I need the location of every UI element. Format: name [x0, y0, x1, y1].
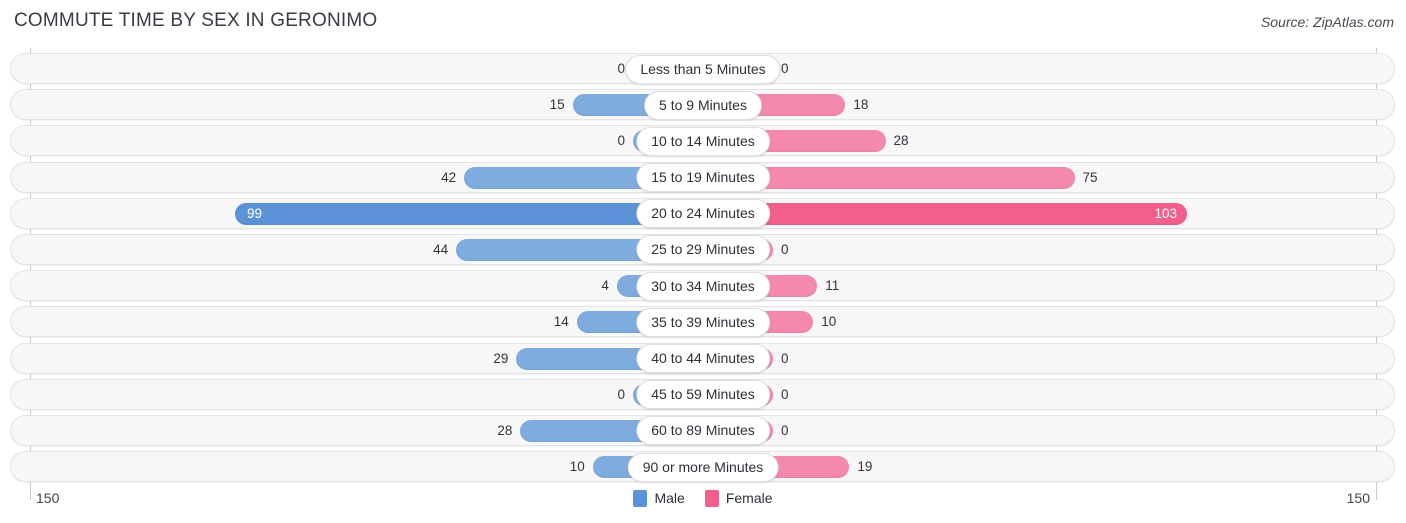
chart-row: 0 0 Less than 5 Minutes — [0, 51, 1406, 87]
category-label: 30 to 34 Minutes — [636, 271, 770, 301]
chart-row: 28 0 60 to 89 Minutes — [0, 413, 1406, 449]
category-label: 10 to 14 Minutes — [636, 126, 770, 156]
commute-time-chart: COMMUTE TIME BY SEX IN GERONIMO Source: … — [0, 0, 1406, 523]
category-label: 45 to 59 Minutes — [636, 380, 770, 410]
value-male: 28 — [497, 422, 513, 438]
legend-label: Male — [654, 489, 685, 506]
value-female: 103 — [1154, 205, 1178, 221]
chart-row: 29 0 40 to 44 Minutes — [0, 341, 1406, 377]
chart-row: 42 75 15 to 19 Minutes — [0, 160, 1406, 196]
category-label: 35 to 39 Minutes — [636, 307, 770, 337]
value-female: 0 — [781, 386, 789, 402]
chart-row: 0 0 45 to 59 Minutes — [0, 377, 1406, 413]
legend-swatch-icon — [633, 489, 648, 507]
value-male: 14 — [553, 314, 569, 330]
legend-item-female[interactable]: Female — [704, 489, 773, 507]
chart-row: 10 19 90 or more Minutes — [0, 449, 1406, 485]
value-male: 0 — [617, 133, 625, 149]
category-label: 25 to 29 Minutes — [636, 235, 770, 265]
page-title: COMMUTE TIME BY SEX IN GERONIMO — [14, 10, 378, 31]
value-male: 15 — [549, 97, 565, 113]
chart-footer: 150 150 Male Female — [0, 486, 1406, 514]
category-label: 15 to 19 Minutes — [636, 163, 770, 193]
category-label: 5 to 9 Minutes — [644, 90, 762, 120]
value-female: 0 — [781, 61, 789, 76]
value-female: 75 — [1082, 169, 1098, 185]
chart-legend: Male Female — [0, 486, 1406, 510]
value-female: 10 — [821, 314, 837, 330]
value-female: 18 — [853, 97, 869, 113]
bar-female — [703, 202, 1188, 225]
legend-item-male[interactable]: Male — [633, 489, 685, 507]
category-label: 40 to 44 Minutes — [636, 344, 770, 373]
category-label: 90 or more Minutes — [627, 452, 779, 482]
legend-swatch-icon — [704, 489, 719, 507]
value-male: 4 — [601, 278, 609, 294]
value-female: 19 — [857, 459, 873, 475]
chart-row: 4 11 30 to 34 Minutes — [0, 268, 1406, 304]
value-male: 0 — [617, 61, 625, 76]
category-label: 60 to 89 Minutes — [636, 416, 770, 446]
chart-row: 99 103 20 to 24 Minutes — [0, 196, 1406, 232]
chart-row: 14 10 35 to 39 Minutes — [0, 304, 1406, 340]
chart-rows: 0 0 Less than 5 Minutes 15 18 5 to 9 Minutes 0… — [0, 51, 1406, 485]
value-female: 0 — [781, 422, 789, 438]
bar-male — [235, 202, 703, 225]
value-female: 11 — [825, 278, 840, 294]
value-male: 99 — [247, 205, 263, 221]
value-female: 0 — [781, 350, 789, 366]
legend-label: Female — [725, 489, 773, 506]
category-label: 20 to 24 Minutes — [636, 199, 770, 229]
value-male: 29 — [493, 350, 509, 366]
category-label: Less than 5 Minutes — [625, 54, 781, 84]
source-attribution: Source: ZipAtlas.com — [1260, 14, 1394, 30]
value-female: 28 — [893, 133, 909, 149]
chart-row: 0 28 10 to 14 Minutes — [0, 123, 1406, 159]
value-male: 44 — [433, 241, 449, 257]
value-female: 0 — [781, 241, 789, 257]
chart-row: 44 0 25 to 29 Minutes — [0, 232, 1406, 268]
value-male: 10 — [569, 459, 585, 475]
chart-row: 15 18 5 to 9 Minutes — [0, 87, 1406, 123]
value-male: 42 — [441, 169, 457, 185]
value-male: 0 — [617, 386, 625, 402]
